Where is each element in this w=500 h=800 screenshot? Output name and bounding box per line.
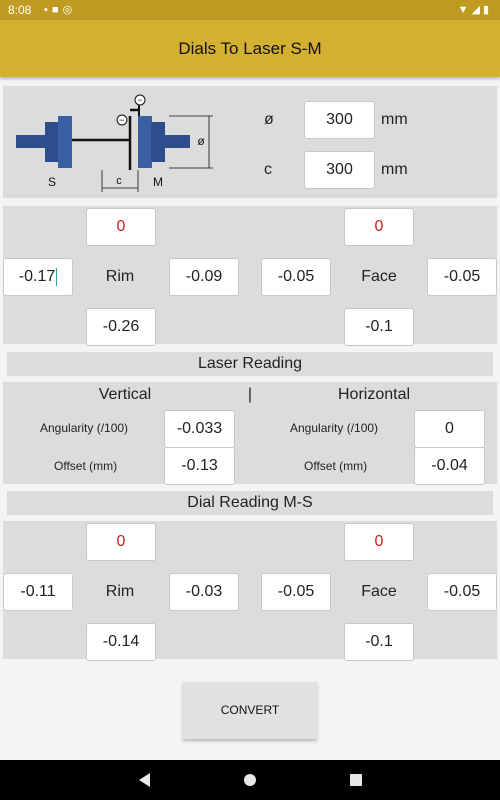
text-cursor (56, 267, 58, 286)
dimensions-panel: − − ø c S M ø 300 mm c 300 mm (3, 86, 497, 198)
sync-icon: ◎ (62, 4, 77, 16)
input-dials-panel (3, 206, 497, 344)
face-bottom-input[interactable]: -0.1 (344, 308, 414, 346)
sim-card-icon: ▪ (44, 4, 52, 16)
phi-unit: mm (381, 111, 408, 128)
horizontal-label: Horizontal (337, 386, 411, 403)
signal-icon: ◢ (471, 4, 483, 16)
coupling-hub-s-outer (45, 122, 59, 162)
c-label: c (264, 161, 272, 178)
face-top-input[interactable]: 0 (344, 208, 414, 246)
face-left-input[interactable]: -0.05 (261, 258, 331, 296)
phi-input[interactable]: 300 (304, 101, 375, 139)
ms-face-label: Face (361, 583, 397, 600)
battery-icon: ▮ (482, 4, 492, 16)
ms-rim-label: Rim (105, 583, 135, 600)
coupling-diagram: − − ø c S M (16, 94, 213, 192)
laser-reading-header: Laser Reading (7, 352, 493, 376)
recents-icon[interactable] (346, 770, 366, 790)
ms-face-right-value: -0.05 (427, 573, 497, 611)
vertical-label: Vertical (98, 386, 152, 403)
ms-face-bottom-value: -0.1 (344, 623, 414, 661)
horizontal-offset-value: -0.04 (414, 447, 485, 485)
ms-rim-right-value: -0.03 (169, 573, 239, 611)
column-separator: | (247, 386, 253, 403)
app-bar: Dials To Laser S-M (0, 20, 500, 77)
notification-icons: ▪■◎ (44, 3, 76, 16)
back-icon[interactable] (135, 770, 155, 790)
phi-label: ø (264, 111, 274, 128)
horizontal-angularity-value: 0 (414, 410, 485, 448)
shaft-s (16, 135, 46, 148)
vertical-angularity-value: -0.033 (164, 410, 235, 448)
vertical-offset-label: Offset (mm) (54, 459, 118, 473)
rim-left-input[interactable]: -0.17 (3, 258, 73, 296)
dial-reading-header: Dial Reading M-S (7, 491, 493, 515)
diagram-s-label: S (48, 175, 56, 189)
vertical-offset-value: -0.13 (164, 447, 235, 485)
c-unit: mm (381, 161, 408, 178)
ms-face-top-value: 0 (344, 523, 414, 561)
diagram-minus-top: − (137, 95, 142, 105)
rim-right-input[interactable]: -0.09 (169, 258, 239, 296)
shaft-m (164, 135, 190, 148)
c-input[interactable]: 300 (304, 151, 375, 189)
diagram-minus-face: − (119, 115, 124, 125)
diagram-c-label: c (116, 175, 122, 187)
diagram-phi-label: ø (197, 134, 205, 148)
status-bar: 8:08 ▪■◎ ▼◢▮ (0, 0, 500, 20)
rim-top-input[interactable]: 0 (86, 208, 156, 246)
face-right-input[interactable]: -0.05 (427, 258, 497, 296)
wifi-icon: ▼ (457, 4, 472, 16)
status-time: 8:08 (8, 3, 32, 17)
vertical-angularity-label: Angularity (/100) (40, 421, 129, 435)
convert-button[interactable]: CONVERT (183, 682, 317, 739)
ms-rim-left-value: -0.11 (3, 573, 73, 611)
face-label: Face (361, 268, 397, 285)
ms-rim-bottom-value: -0.14 (86, 623, 156, 661)
ms-rim-top-value: 0 (86, 523, 156, 561)
rim-label: Rim (105, 268, 135, 285)
horizontal-offset-label: Offset (mm) (304, 459, 368, 473)
coupling-hub-s-inner (58, 116, 72, 168)
horizontal-angularity-label: Angularity (/100) (290, 421, 379, 435)
ms-face-left-value: -0.05 (261, 573, 331, 611)
page-title: Dials To Laser S-M (178, 39, 322, 58)
dial-reading-panel (3, 521, 497, 659)
system-icons: ▼◢▮ (458, 3, 492, 16)
diagram-m-label: M (153, 175, 163, 189)
system-nav-bar (0, 760, 500, 800)
coupling-hub-m-inner (138, 116, 152, 168)
home-icon[interactable] (240, 770, 260, 790)
coupling-hub-m-outer (151, 122, 165, 162)
shopping-bag-icon: ■ (51, 4, 63, 16)
rim-bottom-input[interactable]: -0.26 (86, 308, 156, 346)
